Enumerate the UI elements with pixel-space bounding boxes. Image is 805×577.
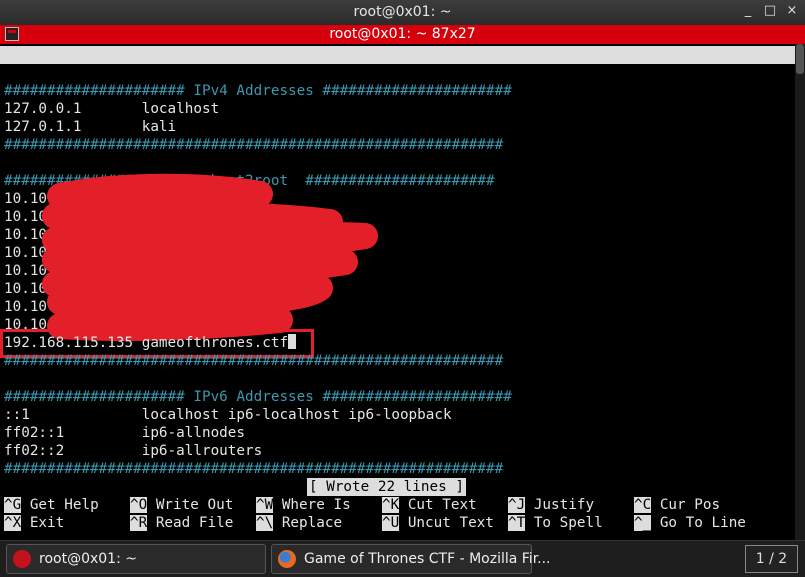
shortcut-key: ^R	[130, 515, 148, 531]
shortcut-cur-pos[interactable]: ^C Cur Pos	[634, 496, 720, 514]
minimize-button[interactable]: _	[741, 3, 755, 18]
shortcut-key: ^T	[508, 515, 526, 531]
file-line: ff02::2 ip6-allrouters	[4, 443, 263, 459]
shortcut-key: ^J	[508, 497, 526, 513]
firefox-icon	[278, 550, 296, 568]
terminal-area[interactable]: GNU nano 2.9.5 /etc/hosts ##############…	[0, 44, 805, 540]
shortcut-go-to-line[interactable]: ^_ Go To Line	[634, 514, 746, 532]
shortcut-exit[interactable]: ^X Exit	[4, 514, 64, 532]
shortcut-label: Write Out	[155, 497, 234, 513]
file-line: ff02::1 ip6-allnodes	[4, 425, 246, 441]
terminal-title: root@0x01: ~ 87x27	[329, 26, 476, 42]
shortcut-label: Exit	[29, 515, 65, 531]
redaction-scribble	[42, 173, 378, 341]
shortcut-key: ^\	[256, 515, 274, 531]
shortcut-read-file[interactable]: ^R Read File	[130, 514, 233, 532]
shortcut-key: ^G	[4, 497, 22, 513]
window-titlebar[interactable]: root@0x01: ~ _ □ ×	[0, 0, 805, 25]
taskbar-item-firefox[interactable]: Game of Thrones CTF - Mozilla Fir...	[271, 544, 551, 574]
terminal-titlebar: root@0x01: ~ 87x27	[0, 25, 805, 44]
shortcut-label: Justify	[533, 497, 595, 513]
file-line: ##################### IPv6 Addresses ###…	[4, 389, 512, 405]
file-line: ########################################…	[4, 353, 504, 369]
terminal-scrollbar[interactable]	[795, 44, 805, 540]
taskbar-item-terminal[interactable]: root@0x01: ~	[6, 544, 266, 574]
shortcut-label: Replace	[281, 515, 343, 531]
shortcut-label: Read File	[155, 515, 234, 531]
terminal-icon	[13, 550, 31, 568]
shortcut-key: ^W	[256, 497, 274, 513]
shortcut-label: Get Help	[29, 497, 99, 513]
status-message: [ Wrote 22 lines ]	[307, 478, 466, 496]
shortcut-key: ^U	[382, 515, 400, 531]
shortcut-label: Uncut Text	[407, 515, 494, 531]
window-controls: _ □ ×	[741, 3, 799, 18]
shortcut-replace[interactable]: ^\ Replace	[256, 514, 342, 532]
shortcut-label: Go To Line	[659, 515, 746, 531]
window-title: root@0x01: ~	[353, 4, 452, 20]
shortcut-key: ^_	[634, 515, 652, 531]
shortcut-label: Cur Pos	[659, 497, 721, 513]
close-button[interactable]: ×	[785, 3, 799, 18]
maximize-button[interactable]: □	[763, 3, 777, 18]
shortcut-cut-text[interactable]: ^K Cut Text	[382, 496, 477, 514]
shortcut-get-help[interactable]: ^G Get Help	[4, 496, 99, 514]
shortcut-write-out[interactable]: ^O Write Out	[130, 496, 233, 514]
workspace-pager[interactable]: 1 / 2	[745, 545, 798, 573]
taskbar-item-label: root@0x01: ~	[39, 551, 137, 567]
shortcut-key: ^C	[634, 497, 652, 513]
shortcut-label: To Spell	[533, 515, 603, 531]
taskbar-item-label: Game of Thrones CTF - Mozilla Fir...	[304, 551, 551, 567]
taskbar: root@0x01: ~ Game of Thrones CTF - Mozil…	[0, 540, 805, 577]
shortcut-label: Where Is	[281, 497, 351, 513]
shortcut-key: ^K	[382, 497, 400, 513]
shortcut-uncut-text[interactable]: ^U Uncut Text	[382, 514, 494, 532]
file-line: ::1 localhost ip6-localhost ip6-loopback	[4, 407, 452, 423]
shortcut-key: ^X	[4, 515, 22, 531]
shortcut-to-spell[interactable]: ^T To Spell	[508, 514, 603, 532]
shortcut-justify[interactable]: ^J Justify	[508, 496, 594, 514]
shortcut-where-is[interactable]: ^W Where Is	[256, 496, 351, 514]
shortcut-key: ^O	[130, 497, 148, 513]
scrollbar-thumb[interactable]	[796, 44, 804, 74]
shortcut-label: Cut Text	[407, 497, 477, 513]
file-line: ########################################…	[4, 461, 504, 477]
